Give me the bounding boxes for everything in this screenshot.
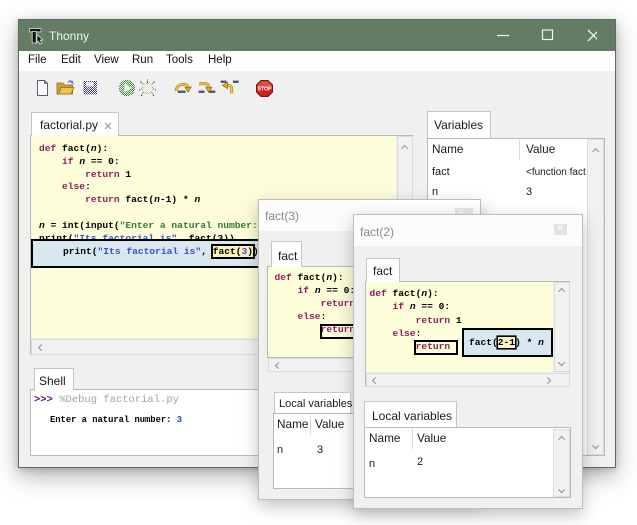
svg-text:STOP: STOP [257, 87, 272, 93]
